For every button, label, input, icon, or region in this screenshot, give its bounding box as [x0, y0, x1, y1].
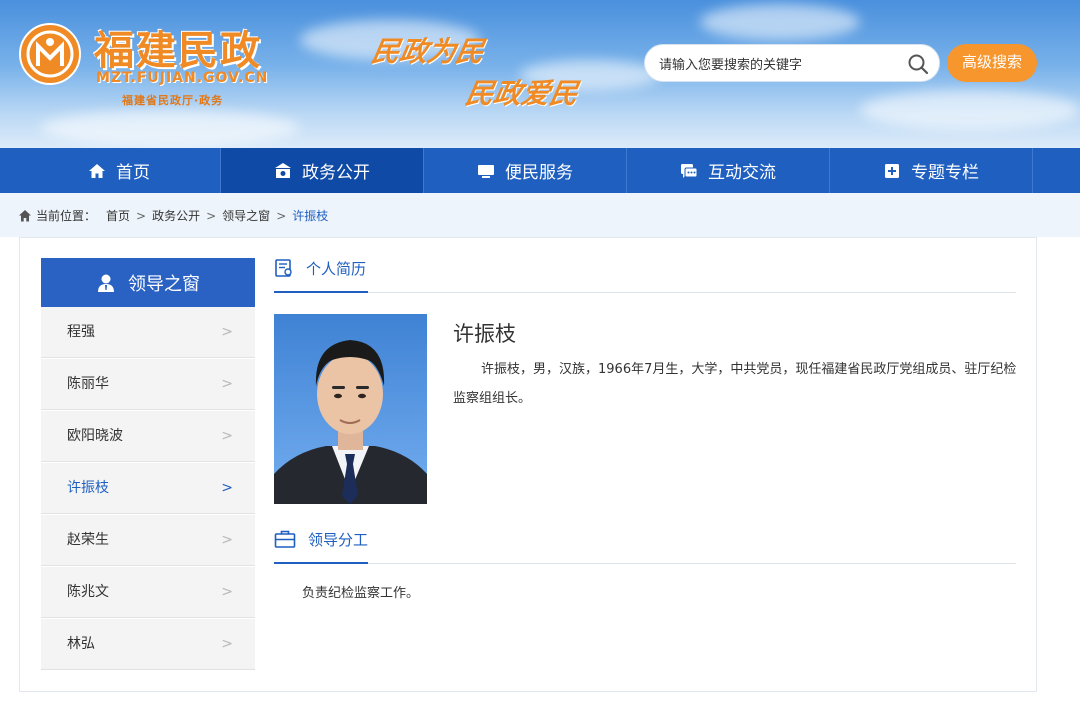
nav-item-label: 互动交流 [708, 163, 776, 182]
nav-item-interaction[interactable]: 互动交流 [627, 148, 830, 193]
section-divider [274, 563, 1016, 564]
site-domain: MZT.FUJIAN.GOV.CN [96, 70, 269, 86]
breadcrumb-separator: > [276, 208, 287, 223]
monitor-icon [478, 164, 494, 178]
sidebar-item-label: 许振枝 [67, 480, 109, 496]
slogan-line-1: 民政为民 [368, 35, 487, 68]
leader-photo [274, 314, 427, 504]
chevron-right-icon: > [221, 324, 233, 340]
breadcrumb-separator: > [206, 208, 217, 223]
cloud-decoration [860, 90, 1080, 130]
sidebar-item-label: 欧阳晓波 [67, 428, 123, 444]
chat-icon [681, 163, 698, 178]
sidebar-title: 领导之窗 [128, 273, 200, 295]
breadcrumb-separator: > [136, 208, 147, 223]
section-title: 领导分工 [308, 530, 369, 549]
civil-affairs-logo-icon[interactable] [18, 22, 82, 86]
sidebar-item-label: 陈兆文 [67, 584, 109, 600]
site-header: 福建民政 MZT.FUJIAN.GOV.CN 福建省民政厅·政务 民政为民 民政… [0, 0, 1080, 148]
portrait-image [274, 314, 427, 504]
nav-item-label: 首页 [116, 163, 150, 182]
section-title: 个人简历 [306, 259, 367, 278]
sidebar-item-ouyang-xiaobo[interactable]: 欧阳晓波 > [41, 411, 255, 462]
home-icon [19, 209, 31, 221]
sidebar-item-chen-lihua[interactable]: 陈丽华 > [41, 359, 255, 410]
nav-item-label: 政务公开 [302, 163, 370, 182]
leader-bio: 许振枝，男，汉族，1966年7月生，大学，中共党员，现任福建省民政厅党组成员、驻… [453, 362, 1017, 406]
sidebar-item-zhao-rongsheng[interactable]: 赵荣生 > [41, 515, 255, 566]
sidebar-item-label: 赵荣生 [67, 532, 109, 548]
section-underline [274, 291, 368, 293]
search-icon[interactable] [907, 53, 929, 75]
chevron-right-icon: > [221, 376, 233, 392]
breadcrumb: 当前位置： 首页 > 政务公开 > 领导之窗 > 许振枝 [18, 207, 328, 224]
sidebar-item-chen-zhaowen[interactable]: 陈兆文 > [41, 567, 255, 618]
site-logo-title[interactable]: 福建民政 [94, 18, 262, 76]
section-header-profile: 个人简历 [274, 250, 366, 286]
sidebar-item-label: 程强 [67, 324, 95, 340]
search-box [644, 44, 940, 82]
nav-item-label: 便民服务 [505, 163, 573, 182]
breadcrumb-link-home[interactable]: 首页 [106, 207, 130, 224]
chevron-right-icon: > [221, 532, 233, 548]
advanced-search-button[interactable]: 高级搜索 [947, 44, 1037, 82]
nav-item-home[interactable]: 首页 [18, 148, 221, 193]
user-icon [98, 274, 114, 292]
chevron-right-icon: > [221, 480, 233, 496]
breadcrumb-prefix: 当前位置： [36, 209, 97, 223]
search-input[interactable] [659, 54, 899, 74]
slogan-line-2: 民政爱民 [462, 77, 581, 110]
chevron-right-icon: > [221, 428, 233, 444]
sidebar-header: 领导之窗 [41, 258, 255, 307]
nav-item-topics[interactable]: 专题专栏 [830, 148, 1033, 193]
briefcase-icon [274, 530, 296, 548]
sidebar-item-label: 林弘 [67, 636, 95, 652]
sidebar-item-label: 陈丽华 [67, 376, 109, 392]
chevron-right-icon: > [221, 636, 233, 652]
section-divider [274, 292, 1016, 293]
nav-item-services[interactable]: 便民服务 [424, 148, 627, 193]
main-nav: 首页 政务公开 便民服务 互动交流 专题专栏 [0, 148, 1080, 193]
resume-icon [275, 259, 292, 277]
home-icon [89, 163, 105, 178]
sidebar-item-xu-zhenzhi[interactable]: 许振枝 > [41, 463, 255, 514]
cloud-decoration [40, 110, 300, 146]
cloud-decoration [700, 4, 860, 40]
breadcrumb-link-leaders[interactable]: 领导之窗 [222, 207, 270, 224]
government-icon [275, 162, 291, 178]
section-underline [274, 562, 368, 564]
breadcrumb-current[interactable]: 许振枝 [292, 207, 328, 224]
sidebar-item-lin-hong[interactable]: 林弘 > [41, 619, 255, 670]
breadcrumb-link-government[interactable]: 政务公开 [152, 207, 200, 224]
bookmark-plus-icon [885, 163, 899, 178]
sidebar-item-cheng-qiang[interactable]: 程强 > [41, 307, 255, 358]
chevron-right-icon: > [221, 584, 233, 600]
nav-item-label: 专题专栏 [911, 163, 979, 182]
nav-item-government[interactable]: 政务公开 [221, 148, 424, 193]
site-subtitle: 福建省民政厅·政务 [122, 94, 224, 107]
leader-duties: 负责纪检监察工作。 [302, 586, 420, 601]
section-header-duties: 领导分工 [274, 521, 368, 557]
leader-name: 许振枝 [453, 322, 516, 346]
